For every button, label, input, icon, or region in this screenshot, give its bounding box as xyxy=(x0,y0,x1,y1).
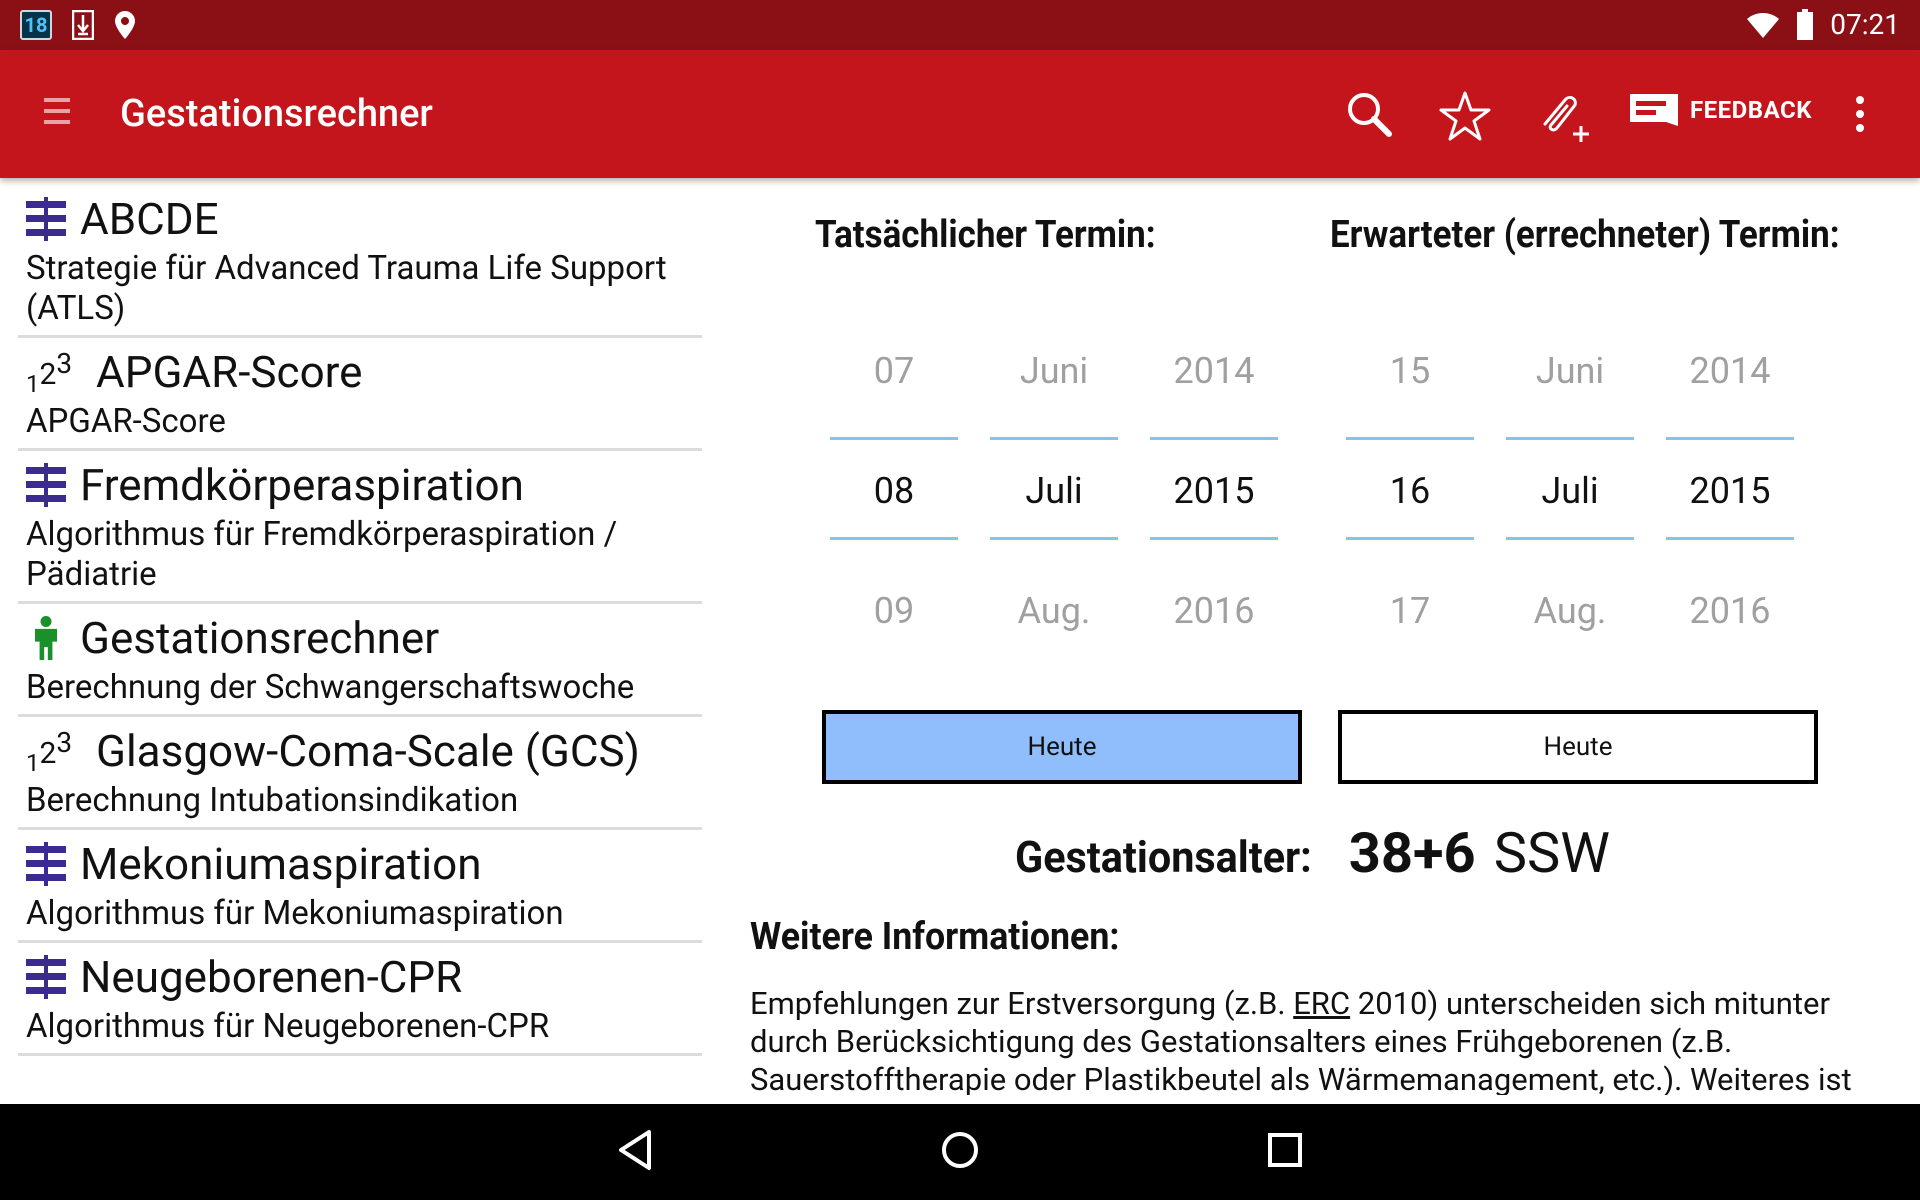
feedback-icon xyxy=(1630,94,1678,126)
picker-divider xyxy=(1666,437,1794,440)
gestational-age: Gestationsalter: 38+6 SSW xyxy=(1015,820,1610,886)
recents-icon[interactable] xyxy=(1265,1128,1305,1172)
picker-divider xyxy=(1346,437,1474,440)
list-item-subtitle: Berechnung der Schwangerschaftswoche xyxy=(26,668,635,707)
list-item[interactable]: Mekoniumaspiration Algorithmus für Mekon… xyxy=(18,830,702,943)
picker-divider xyxy=(830,437,958,440)
list-item-title: Fremdkörperaspiration xyxy=(80,459,524,511)
app-bar: Gestationsrechner FEEDBACK xyxy=(0,50,1920,178)
list-item-subtitle: Algorithmus für Mekoniumaspiration xyxy=(26,894,564,933)
menu-icon[interactable] xyxy=(44,98,70,128)
list-item[interactable]: Fremdkörperaspiration Algorithmus für Fr… xyxy=(18,451,702,604)
actual-today-button[interactable]: Heute xyxy=(822,710,1302,784)
info-text: Empfehlungen zur Erstversorgung (z.B. ER… xyxy=(750,985,1900,1095)
app-title: Gestationsrechner xyxy=(120,92,433,136)
overflow-menu-icon[interactable] xyxy=(1856,96,1864,138)
expected-month-prev[interactable]: Juni xyxy=(1506,350,1634,392)
picker-divider xyxy=(990,437,1118,440)
gestational-age-label: Gestationsalter: xyxy=(1015,831,1312,883)
list-item-subtitle: APGAR-Score xyxy=(26,402,226,441)
list-item-subtitle: Algorithmus für Fremdkörperaspiration / … xyxy=(26,515,618,594)
home-icon[interactable] xyxy=(940,1128,980,1172)
algorithm-icon xyxy=(26,197,66,241)
attach-add-icon[interactable] xyxy=(1535,90,1591,146)
wifi-icon xyxy=(1747,12,1780,38)
list-item-subtitle: Algorithmus für Neugeborenen-CPR xyxy=(26,1007,550,1046)
list-item[interactable]: 123 APGAR-Score APGAR-Score xyxy=(18,338,702,451)
expected-year-value[interactable]: 2015 xyxy=(1666,470,1794,512)
picker-divider xyxy=(830,537,958,540)
list-item-title: Mekoniumaspiration xyxy=(80,838,482,890)
actual-day-value[interactable]: 08 xyxy=(830,470,958,512)
picker-divider xyxy=(1506,537,1634,540)
search-icon[interactable] xyxy=(1345,90,1393,138)
status-bar: 18 07:21 xyxy=(0,0,1920,50)
picker-divider xyxy=(1346,537,1474,540)
list-item-title: APGAR-Score xyxy=(96,346,363,398)
feedback-label: FEEDBACK xyxy=(1690,96,1812,124)
score-icon: 123 xyxy=(26,346,73,398)
expected-day-prev[interactable]: 15 xyxy=(1346,350,1474,392)
calculator-list: ABCDE Strategie für Advanced Trauma Life… xyxy=(18,185,702,1056)
notification-badge: 18 xyxy=(20,10,52,40)
list-item-title: ABCDE xyxy=(80,193,219,245)
gestational-age-value: 38+6 xyxy=(1348,820,1476,886)
download-icon xyxy=(72,10,94,40)
expected-year-prev[interactable]: 2014 xyxy=(1666,350,1794,392)
picker-divider xyxy=(1150,537,1278,540)
expected-month-value[interactable]: Juli xyxy=(1506,470,1634,512)
expected-date-title: Erwarteter (errechneter) Termin: xyxy=(1330,213,1840,257)
navigation-bar xyxy=(0,1104,1920,1200)
actual-year-prev[interactable]: 2014 xyxy=(1150,350,1278,392)
picker-divider xyxy=(990,537,1118,540)
battery-icon xyxy=(1797,8,1814,40)
actual-year-value[interactable]: 2015 xyxy=(1150,470,1278,512)
expected-month-next[interactable]: Aug. xyxy=(1506,590,1634,632)
list-item[interactable]: Neugeborenen-CPR Algorithmus für Neugebo… xyxy=(18,943,702,1056)
list-item[interactable]: ABCDE Strategie für Advanced Trauma Life… xyxy=(18,185,702,338)
star-icon[interactable] xyxy=(1438,90,1492,142)
actual-day-prev[interactable]: 07 xyxy=(830,350,958,392)
picker-divider xyxy=(1666,537,1794,540)
picker-divider xyxy=(1506,437,1634,440)
actual-date-title: Tatsächlicher Termin: xyxy=(815,213,1156,257)
list-item[interactable]: 123 Glasgow-Coma-Scale (GCS) Berechnung … xyxy=(18,717,702,830)
info-title: Weitere Informationen: xyxy=(750,915,1120,959)
expected-day-value[interactable]: 16 xyxy=(1346,470,1474,512)
algorithm-icon xyxy=(26,955,66,999)
expected-year-next[interactable]: 2016 xyxy=(1666,590,1794,632)
algorithm-icon xyxy=(26,463,66,507)
gestational-age-unit: SSW xyxy=(1493,820,1610,886)
actual-month-prev[interactable]: Juni xyxy=(990,350,1118,392)
actual-month-value[interactable]: Juli xyxy=(990,470,1118,512)
clock: 07:21 xyxy=(1830,8,1900,41)
calculator-pane: Tatsächlicher Termin: Erwarteter (errech… xyxy=(750,185,1920,1105)
location-icon xyxy=(115,11,135,39)
list-item[interactable]: Gestationsrechner Berechnung der Schwang… xyxy=(18,604,702,717)
actual-day-next[interactable]: 09 xyxy=(830,590,958,632)
list-item-title: Glasgow-Coma-Scale (GCS) xyxy=(96,725,640,777)
list-item-subtitle: Strategie für Advanced Trauma Life Suppo… xyxy=(26,249,667,328)
actual-month-next[interactable]: Aug. xyxy=(990,590,1118,632)
actual-year-next[interactable]: 2016 xyxy=(1150,590,1278,632)
list-item-title: Neugeborenen-CPR xyxy=(80,951,463,1003)
expected-day-next[interactable]: 17 xyxy=(1346,590,1474,632)
algorithm-icon xyxy=(26,842,66,886)
expected-today-button[interactable]: Heute xyxy=(1338,710,1818,784)
feedback-button[interactable]: FEEDBACK xyxy=(1630,94,1812,126)
back-icon[interactable] xyxy=(615,1128,655,1172)
list-item-title: Gestationsrechner xyxy=(80,612,440,664)
picker-divider xyxy=(1150,437,1278,440)
person-icon xyxy=(35,616,57,660)
erc-link[interactable]: ERC xyxy=(1293,985,1350,1022)
list-item-subtitle: Berechnung Intubationsindikation xyxy=(26,781,519,820)
info-text-part: Empfehlungen zur Erstversorgung (z.B. xyxy=(750,985,1294,1022)
score-icon: 123 xyxy=(26,725,73,777)
